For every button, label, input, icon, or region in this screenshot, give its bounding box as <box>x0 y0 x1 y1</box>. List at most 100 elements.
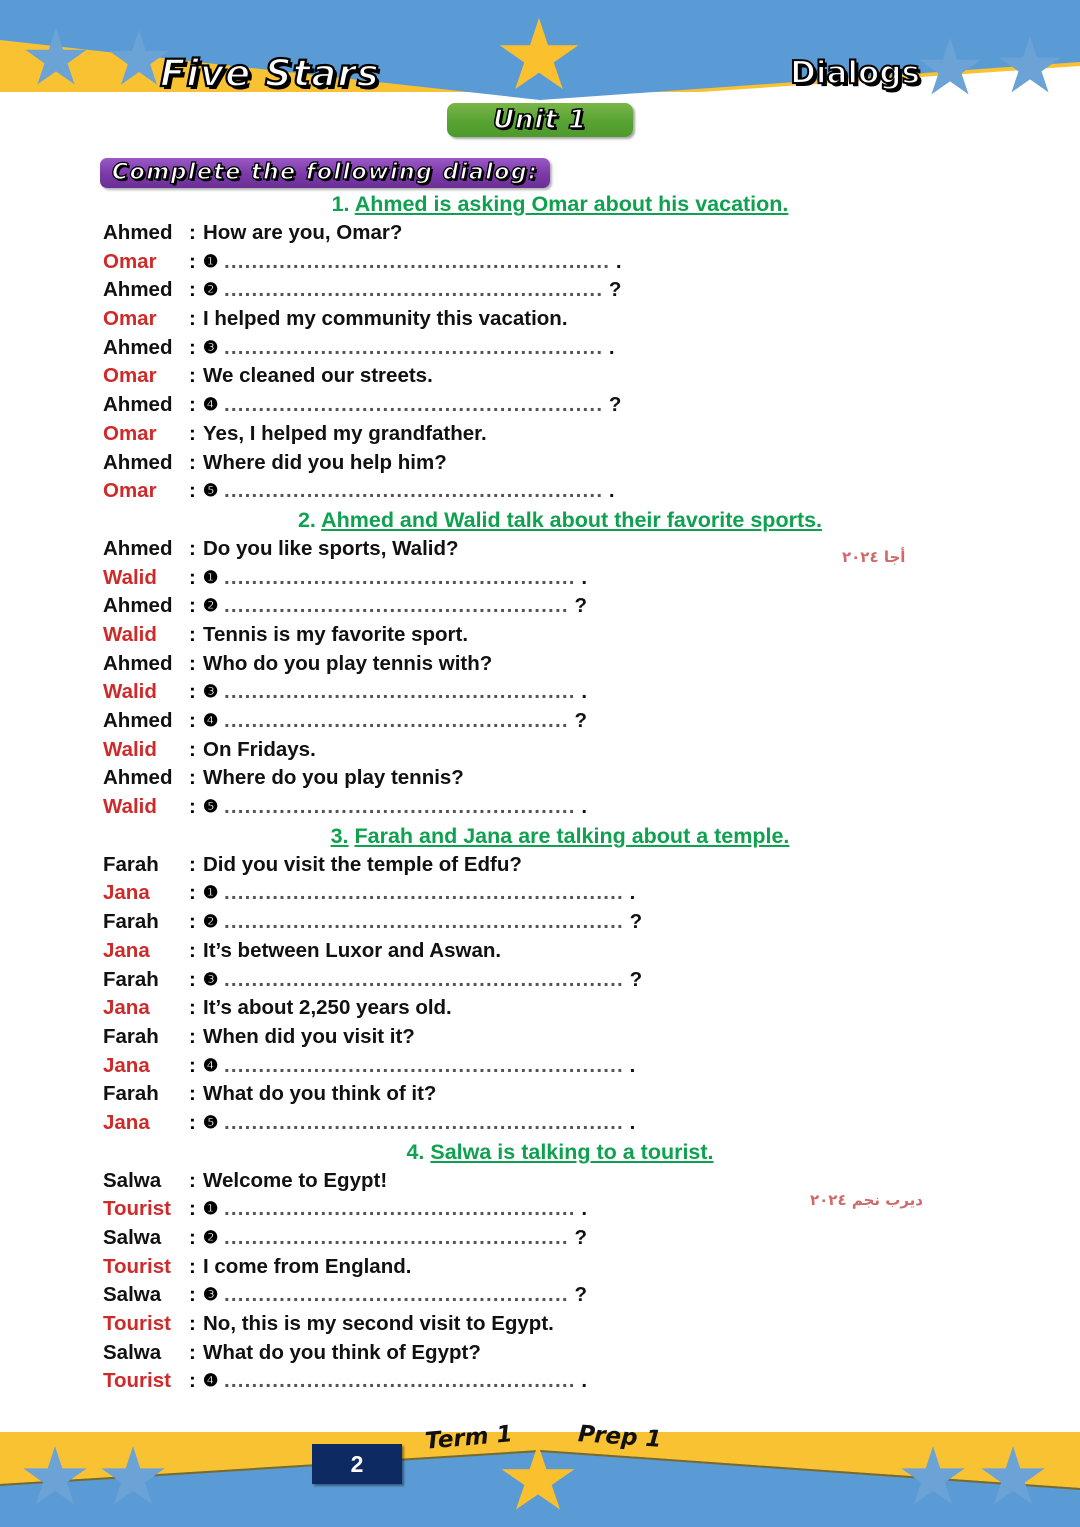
answer-blank[interactable]: ........................................… <box>224 393 603 416</box>
answer-blank[interactable]: ........................................… <box>224 910 624 933</box>
speaker-name: Walid <box>103 680 157 704</box>
speaker-name: Farah <box>103 852 159 876</box>
dialog-line-text: No, this is my second visit to Egypt. <box>203 1312 554 1336</box>
colon-separator: : <box>189 1197 196 1221</box>
dialog-line: Tourist: No, this is my second visit to E… <box>0 1310 1080 1339</box>
dialog-line: Omar: We cleaned our streets. <box>0 362 1080 391</box>
answer-blank[interactable]: ........................................… <box>224 1197 576 1220</box>
dialog-line: Ahmed: ❷ ................................… <box>0 276 1080 305</box>
speaker-name: Walid <box>103 565 157 589</box>
speaker-name: Salwa <box>103 1340 162 1364</box>
colon-separator: : <box>189 278 196 302</box>
colon-separator: : <box>189 766 196 790</box>
answer-blank[interactable]: ........................................… <box>224 968 624 991</box>
dialog-line: Omar: I helped my community this vacation… <box>0 305 1080 334</box>
speaker-name: Tourist <box>103 1312 171 1336</box>
blank-number-marker: ❺ <box>203 481 219 501</box>
colon-separator: : <box>189 450 196 474</box>
blank-number-marker: ❹ <box>203 711 219 730</box>
speaker-name: Salwa <box>103 1226 162 1249</box>
colon-separator: : <box>189 1082 196 1106</box>
colon-separator: : <box>189 1053 196 1077</box>
colon-separator: : <box>189 249 196 273</box>
end-punctuation: ? <box>574 1283 587 1307</box>
answer-blank[interactable]: ........................................… <box>224 594 569 617</box>
colon-separator: : <box>189 421 196 445</box>
answer-blank[interactable]: ........................................… <box>224 566 576 589</box>
answer-blank[interactable]: ........................................… <box>224 250 610 273</box>
speaker-name: Jana <box>103 1110 150 1134</box>
dialog-line: Omar: Yes, I helped my grandfather. <box>0 420 1080 449</box>
end-punctuation: . <box>581 680 588 704</box>
end-punctuation: ? <box>574 1226 587 1249</box>
speaker-name: Farah <box>103 967 159 991</box>
dialog-line: Salwa: What do you think of Egypt? <box>0 1339 1080 1368</box>
end-punctuation: . <box>629 1053 636 1077</box>
page-number: 2 <box>350 1451 364 1477</box>
blank-number-marker: ❸ <box>203 682 219 702</box>
dialog-heading: 3. Farah and Jana are talking about a te… <box>0 822 1080 851</box>
colon-separator: : <box>189 938 196 962</box>
dialog-line-text: How are you, Omar? <box>203 221 403 244</box>
dialog-line-text: Yes, I helped my grandfather. <box>203 421 487 445</box>
dialog-line-text: I come from England. <box>203 1254 412 1278</box>
end-punctuation: ? <box>629 967 643 991</box>
answer-blank[interactable]: ........................................… <box>224 1226 569 1249</box>
dialog-line: Jana: ❺ .................................… <box>0 1109 1080 1138</box>
answer-blank[interactable]: ........................................… <box>224 680 576 703</box>
colon-separator: : <box>189 536 196 560</box>
answer-blank[interactable]: ........................................… <box>224 1054 624 1077</box>
blank-number-marker: ❸ <box>203 337 219 357</box>
speaker-name: Ahmed <box>103 221 173 244</box>
answer-blank[interactable]: ........................................… <box>224 1283 569 1306</box>
colon-separator: : <box>189 881 196 905</box>
dialog-line: Jana: It’s about 2,250 years old. <box>0 994 1080 1023</box>
dialog-number: 1. <box>331 192 350 216</box>
section-label: Dialogs <box>789 54 921 92</box>
colon-separator: : <box>189 737 196 761</box>
speaker-name: Tourist <box>103 1369 171 1393</box>
dialog-title: Farah and Jana are talking about a templ… <box>354 823 790 848</box>
dialog-line-text: Where did you help him? <box>203 450 447 474</box>
colon-separator: : <box>189 1254 196 1278</box>
answer-blank[interactable]: ........................................… <box>224 278 603 301</box>
instruction-banner: Complete the following dialog: <box>100 158 551 188</box>
worksheet-body: 1. Ahmed is asking Omar about his vacati… <box>0 190 1080 1396</box>
dialog-line: Walid: On Fridays. <box>0 736 1080 765</box>
blank-number-marker: ❹ <box>203 395 219 415</box>
speaker-name: Ahmed <box>103 393 173 417</box>
answer-blank[interactable]: ........................................… <box>224 336 603 359</box>
dialog-number: 3. <box>330 823 349 848</box>
answer-blank[interactable]: ........................................… <box>224 709 569 732</box>
blank-number-marker: ❶ <box>203 251 219 271</box>
speaker-name: Farah <box>103 1082 159 1106</box>
colon-separator: : <box>189 221 196 244</box>
colon-separator: : <box>189 1283 196 1307</box>
blank-number-marker: ❶ <box>203 1199 219 1219</box>
dialog-line: Farah: ❷ ................................… <box>0 908 1080 937</box>
speaker-name: Ahmed <box>103 766 173 790</box>
dialog-line: Ahmed: Do you like sports, Walid? <box>0 535 1080 564</box>
dialog-line-text: It’s about 2,250 years old. <box>203 996 452 1020</box>
blank-number-marker: ❷ <box>203 912 219 932</box>
answer-blank[interactable]: ........................................… <box>224 479 603 502</box>
answer-blank[interactable]: ........................................… <box>224 881 624 904</box>
blank-number-marker: ❷ <box>203 596 219 616</box>
answer-blank[interactable]: ........................................… <box>224 795 576 818</box>
dialog-line-text: Welcome to Egypt! <box>203 1168 388 1192</box>
speaker-name: Walid <box>103 795 157 819</box>
instruction-label: Complete the following dialog: <box>111 159 539 185</box>
blank-number-marker: ❷ <box>203 280 219 300</box>
dialog-line: Farah: What do you think of it? <box>0 1080 1080 1109</box>
end-punctuation: . <box>581 795 588 819</box>
colon-separator: : <box>189 852 196 876</box>
dialog-line-text: On Fridays. <box>203 737 316 761</box>
dialog-line: Jana: It’s between Luxor and Aswan. <box>0 937 1080 966</box>
dialog-number: 4. <box>406 1139 425 1164</box>
colon-separator: : <box>189 680 196 704</box>
dialog-line-text: Tennis is my favorite sport. <box>203 622 469 646</box>
speaker-name: Ahmed <box>103 450 173 474</box>
answer-blank[interactable]: ........................................… <box>224 1111 624 1134</box>
answer-blank[interactable]: ........................................… <box>224 1369 576 1392</box>
end-punctuation: . <box>629 881 636 905</box>
